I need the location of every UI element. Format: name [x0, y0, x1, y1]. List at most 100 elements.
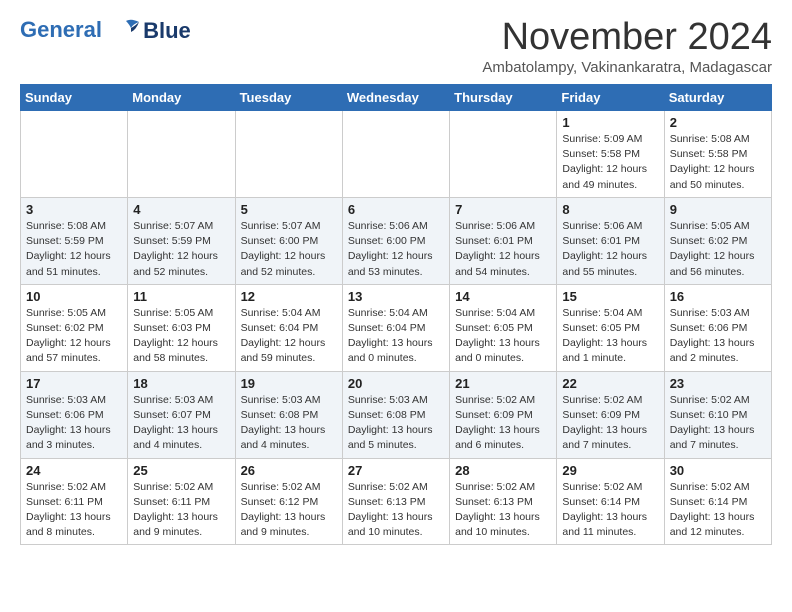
logo-text: General: [20, 16, 141, 46]
day-info: Sunrise: 5:02 AM Sunset: 6:09 PM Dayligh…: [562, 393, 658, 454]
calendar-week-row: 17 Sunrise: 5:03 AM Sunset: 6:06 PM Dayli…: [21, 371, 772, 458]
day-info: Sunrise: 5:02 AM Sunset: 6:10 PM Dayligh…: [670, 393, 766, 454]
calendar-cell: 11Sunrise: 5:05 AM Sunset: 6:03 PM Dayli…: [128, 284, 235, 371]
col-header-friday: Friday: [557, 85, 664, 111]
day-info: Sunrise: 5:03 AM Sunset: 6:06 PM Dayligh…: [26, 393, 122, 454]
calendar-cell: 22 Sunrise: 5:02 AM Sunset: 6:09 PM Dayli…: [557, 371, 664, 458]
day-info: Sunrise: 5:07 AM Sunset: 5:59 PM Dayligh…: [133, 219, 229, 280]
day-number: 30: [670, 463, 766, 478]
day-number: 26: [241, 463, 337, 478]
day-number: 18: [133, 376, 229, 391]
calendar-table: SundayMondayTuesdayWednesdayThursdayFrid…: [20, 84, 772, 545]
day-info: Sunrise: 5:04 AM Sunset: 6:05 PM Dayligh…: [455, 306, 551, 367]
month-title: November 2024: [482, 16, 772, 59]
col-header-tuesday: Tuesday: [235, 85, 342, 111]
day-number: 3: [26, 202, 122, 217]
calendar-cell: 15Sunrise: 5:04 AM Sunset: 6:05 PM Dayli…: [557, 284, 664, 371]
calendar-cell: 30 Sunrise: 5:02 AM Sunset: 6:14 PM Dayli…: [664, 458, 771, 545]
day-number: 22: [562, 376, 658, 391]
calendar-cell: 9 Sunrise: 5:05 AM Sunset: 6:02 PM Daylig…: [664, 197, 771, 284]
calendar-cell: [128, 111, 235, 198]
col-header-thursday: Thursday: [450, 85, 557, 111]
day-info: Sunrise: 5:09 AM Sunset: 5:58 PM Dayligh…: [562, 132, 658, 193]
day-number: 6: [348, 202, 444, 217]
day-info: Sunrise: 5:02 AM Sunset: 6:14 PM Dayligh…: [562, 480, 658, 541]
calendar-cell: 12 Sunrise: 5:04 AM Sunset: 6:04 PM Dayli…: [235, 284, 342, 371]
day-number: 14: [455, 289, 551, 304]
day-number: 21: [455, 376, 551, 391]
day-number: 13: [348, 289, 444, 304]
day-number: 9: [670, 202, 766, 217]
calendar-cell: 23 Sunrise: 5:02 AM Sunset: 6:10 PM Dayli…: [664, 371, 771, 458]
calendar-cell: 5 Sunrise: 5:07 AM Sunset: 6:00 PM Daylig…: [235, 197, 342, 284]
calendar-cell: [450, 111, 557, 198]
calendar-cell: 1 Sunrise: 5:09 AM Sunset: 5:58 PM Daylig…: [557, 111, 664, 198]
day-number: 17: [26, 376, 122, 391]
calendar-cell: 17 Sunrise: 5:03 AM Sunset: 6:06 PM Dayli…: [21, 371, 128, 458]
calendar-cell: 13 Sunrise: 5:04 AM Sunset: 6:04 PM Dayli…: [342, 284, 449, 371]
calendar-cell: 16 Sunrise: 5:03 AM Sunset: 6:06 PM Dayli…: [664, 284, 771, 371]
day-number: 16: [670, 289, 766, 304]
logo: General Blue: [20, 16, 191, 46]
calendar-cell: 29 Sunrise: 5:02 AM Sunset: 6:14 PM Dayli…: [557, 458, 664, 545]
calendar-cell: 26 Sunrise: 5:02 AM Sunset: 6:12 PM Dayli…: [235, 458, 342, 545]
calendar-cell: [235, 111, 342, 198]
header: General Blue November 2024 Ambatolampy, …: [20, 16, 772, 76]
day-number: 5: [241, 202, 337, 217]
day-info: Sunrise: 5:02 AM Sunset: 6:12 PM Dayligh…: [241, 480, 337, 541]
day-number: 20: [348, 376, 444, 391]
day-number: 12: [241, 289, 337, 304]
day-number: 7: [455, 202, 551, 217]
day-number: 11: [133, 289, 229, 304]
day-info: Sunrise: 5:08 AM Sunset: 5:58 PM Dayligh…: [670, 132, 766, 193]
day-info: Sunrise: 5:03 AM Sunset: 6:06 PM Dayligh…: [670, 306, 766, 367]
day-info: Sunrise: 5:03 AM Sunset: 6:07 PM Dayligh…: [133, 393, 229, 454]
day-info: Sunrise: 5:05 AM Sunset: 6:02 PM Dayligh…: [670, 219, 766, 280]
calendar-cell: 4 Sunrise: 5:07 AM Sunset: 5:59 PM Daylig…: [128, 197, 235, 284]
calendar-cell: 24 Sunrise: 5:02 AM Sunset: 6:11 PM Dayli…: [21, 458, 128, 545]
day-number: 29: [562, 463, 658, 478]
calendar-cell: [342, 111, 449, 198]
calendar-week-row: 3 Sunrise: 5:08 AM Sunset: 5:59 PM Daylig…: [21, 197, 772, 284]
calendar-cell: [21, 111, 128, 198]
page: General Blue November 2024 Ambatolampy, …: [0, 0, 792, 561]
day-number: 4: [133, 202, 229, 217]
day-info: Sunrise: 5:04 AM Sunset: 6:04 PM Dayligh…: [241, 306, 337, 367]
calendar-cell: 8Sunrise: 5:06 AM Sunset: 6:01 PM Daylig…: [557, 197, 664, 284]
day-info: Sunrise: 5:02 AM Sunset: 6:14 PM Dayligh…: [670, 480, 766, 541]
calendar-cell: 14 Sunrise: 5:04 AM Sunset: 6:05 PM Dayli…: [450, 284, 557, 371]
day-info: Sunrise: 5:06 AM Sunset: 6:00 PM Dayligh…: [348, 219, 444, 280]
calendar-week-row: 10Sunrise: 5:05 AM Sunset: 6:02 PM Dayli…: [21, 284, 772, 371]
calendar-week-row: 1 Sunrise: 5:09 AM Sunset: 5:58 PM Daylig…: [21, 111, 772, 198]
col-header-saturday: Saturday: [664, 85, 771, 111]
calendar-cell: 6 Sunrise: 5:06 AM Sunset: 6:00 PM Daylig…: [342, 197, 449, 284]
day-info: Sunrise: 5:02 AM Sunset: 6:09 PM Dayligh…: [455, 393, 551, 454]
day-info: Sunrise: 5:02 AM Sunset: 6:11 PM Dayligh…: [26, 480, 122, 541]
calendar-cell: 10Sunrise: 5:05 AM Sunset: 6:02 PM Dayli…: [21, 284, 128, 371]
calendar-cell: 3 Sunrise: 5:08 AM Sunset: 5:59 PM Daylig…: [21, 197, 128, 284]
day-info: Sunrise: 5:03 AM Sunset: 6:08 PM Dayligh…: [241, 393, 337, 454]
calendar-cell: 20Sunrise: 5:03 AM Sunset: 6:08 PM Dayli…: [342, 371, 449, 458]
calendar-cell: 27 Sunrise: 5:02 AM Sunset: 6:13 PM Dayli…: [342, 458, 449, 545]
location-subtitle: Ambatolampy, Vakinankaratra, Madagascar: [482, 59, 772, 76]
logo-bird-icon: [111, 16, 141, 46]
day-number: 1: [562, 115, 658, 130]
day-number: 23: [670, 376, 766, 391]
day-info: Sunrise: 5:04 AM Sunset: 6:04 PM Dayligh…: [348, 306, 444, 367]
day-info: Sunrise: 5:08 AM Sunset: 5:59 PM Dayligh…: [26, 219, 122, 280]
day-number: 24: [26, 463, 122, 478]
day-number: 27: [348, 463, 444, 478]
day-info: Sunrise: 5:06 AM Sunset: 6:01 PM Dayligh…: [455, 219, 551, 280]
day-number: 10: [26, 289, 122, 304]
calendar-week-row: 24 Sunrise: 5:02 AM Sunset: 6:11 PM Dayli…: [21, 458, 772, 545]
day-info: Sunrise: 5:02 AM Sunset: 6:11 PM Dayligh…: [133, 480, 229, 541]
day-info: Sunrise: 5:07 AM Sunset: 6:00 PM Dayligh…: [241, 219, 337, 280]
col-header-monday: Monday: [128, 85, 235, 111]
calendar-cell: 18 Sunrise: 5:03 AM Sunset: 6:07 PM Dayli…: [128, 371, 235, 458]
calendar-cell: 2Sunrise: 5:08 AM Sunset: 5:58 PM Daylig…: [664, 111, 771, 198]
calendar-header-row: SundayMondayTuesdayWednesdayThursdayFrid…: [21, 85, 772, 111]
day-number: 25: [133, 463, 229, 478]
col-header-wednesday: Wednesday: [342, 85, 449, 111]
day-info: Sunrise: 5:02 AM Sunset: 6:13 PM Dayligh…: [348, 480, 444, 541]
calendar-cell: 21 Sunrise: 5:02 AM Sunset: 6:09 PM Dayli…: [450, 371, 557, 458]
